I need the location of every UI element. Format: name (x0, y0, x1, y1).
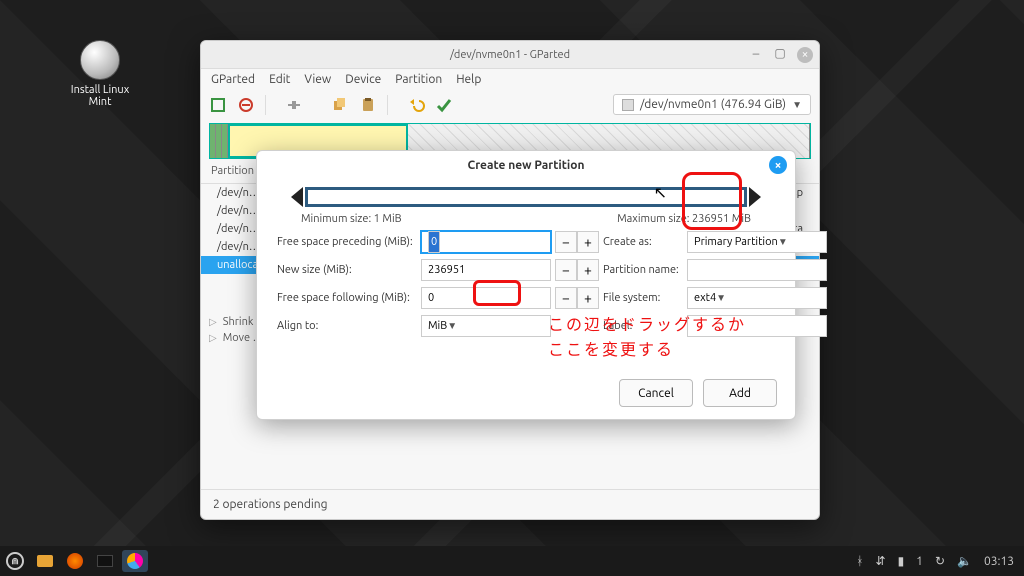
annotation-text-1: この辺をドラッグするか (548, 311, 746, 335)
menu-partition[interactable]: Partition (395, 73, 442, 86)
menu-edit[interactable]: Edit (269, 73, 290, 86)
fsp-minus[interactable]: − (555, 231, 577, 253)
network-icon[interactable]: ⇵ (876, 554, 886, 568)
folder-icon (37, 555, 53, 567)
fsf-label: Free space following (MiB): (277, 292, 417, 304)
taskbar-files[interactable] (32, 550, 58, 572)
status-bar: 2 operations pending (201, 489, 819, 519)
min-size-label: Minimum size: 1 MiB (301, 213, 402, 225)
notifications-icon[interactable]: ↻ (935, 554, 945, 568)
toolbar: /dev/nvme0n1 (476.94 GiB) ▼ (201, 90, 819, 123)
toolbar-divider (387, 95, 397, 115)
fsf-input[interactable]: 0 (421, 287, 551, 309)
bluetooth-icon[interactable]: ᚼ (856, 555, 863, 568)
window-titlebar[interactable]: /dev/nvme0n1 - GParted ‒ ▢ × (201, 41, 819, 69)
mint-logo-icon: ⋒ (6, 552, 24, 570)
annotation-text-2: ここを変更する (548, 336, 674, 360)
apply-icon[interactable] (435, 96, 453, 114)
start-menu-button[interactable]: ⋒ (0, 546, 30, 576)
gparted-icon (127, 553, 143, 569)
volume-icon[interactable]: 🔈 (957, 554, 972, 568)
terminal-icon (97, 555, 113, 567)
window-title: /dev/nvme0n1 - GParted (450, 49, 570, 61)
new-icon[interactable] (209, 96, 227, 114)
taskbar: ⋒ ᚼ ⇵ ▮ 1 ↻ 🔈 03:13 (0, 546, 1024, 576)
create-as-select[interactable]: Primary Partition▼ (687, 231, 827, 253)
fsp-label: Free space preceding (MiB): (277, 236, 417, 248)
cursor-icon: ↖ (654, 183, 667, 202)
taskbar-gparted[interactable] (122, 550, 148, 572)
new-size-input[interactable]: 236951 (421, 259, 551, 281)
create-partition-dialog: Create new Partition × ↖ Minimum size: 1… (256, 150, 796, 420)
size-slider[interactable]: ↖ (291, 185, 761, 209)
resize-icon[interactable] (285, 96, 303, 114)
disk-icon (622, 99, 634, 111)
add-button[interactable]: Add (703, 379, 777, 407)
filesystem-select[interactable]: ext4▼ (687, 287, 827, 309)
close-button[interactable]: × (797, 47, 813, 63)
minimize-button[interactable]: ‒ (749, 47, 763, 61)
toolbar-divider (265, 95, 275, 115)
copy-icon[interactable] (331, 96, 349, 114)
workspace-indicator[interactable]: 1 (916, 555, 923, 568)
ns-minus[interactable]: − (555, 259, 577, 281)
fsf-minus[interactable]: − (555, 287, 577, 309)
delete-icon[interactable] (237, 96, 255, 114)
cd-icon (80, 40, 120, 80)
dialog-close-button[interactable]: × (769, 156, 787, 174)
filesystem-label: File system: (603, 292, 683, 304)
paste-icon[interactable] (359, 96, 377, 114)
fsp-input[interactable]: 0 (421, 231, 551, 253)
max-size-label: Maximum size: 236951 MiB (617, 213, 751, 225)
menu-device[interactable]: Device (345, 73, 381, 86)
desktop-icon-install[interactable]: Install Linux Mint (60, 40, 140, 108)
dialog-titlebar[interactable]: Create new Partition × (257, 151, 795, 179)
system-tray: ᚼ ⇵ ▮ 1 ↻ 🔈 03:13 (856, 554, 1024, 568)
cancel-button[interactable]: Cancel (619, 379, 693, 407)
align-label: Align to: (277, 320, 417, 332)
menu-gparted[interactable]: GParted (211, 73, 255, 86)
taskbar-firefox[interactable] (62, 550, 88, 572)
align-select[interactable]: MiB▼ (421, 315, 551, 337)
taskbar-terminal[interactable] (92, 550, 118, 572)
maximize-button[interactable]: ▢ (773, 47, 787, 61)
fsf-plus[interactable]: + (577, 287, 599, 309)
partition-name-label: Partition name: (603, 264, 683, 276)
slider-handle-left[interactable] (291, 187, 303, 207)
partition-name-input[interactable] (687, 259, 827, 281)
menu-help[interactable]: Help (456, 73, 481, 86)
menu-bar: GParted Edit View Device Partition Help (201, 69, 819, 90)
slider-track[interactable] (305, 187, 747, 207)
device-selector[interactable]: /dev/nvme0n1 (476.94 GiB) ▼ (613, 94, 811, 115)
create-as-label: Create as: (603, 236, 683, 248)
chevron-down-icon: ▼ (792, 99, 802, 111)
new-size-label: New size (MiB): (277, 264, 417, 276)
firefox-icon (67, 553, 83, 569)
desktop-icon-label: Install Linux Mint (60, 84, 140, 108)
slider-handle-right[interactable] (749, 187, 761, 207)
ns-plus[interactable]: + (577, 259, 599, 281)
undo-icon[interactable] (407, 96, 425, 114)
menu-view[interactable]: View (304, 73, 331, 86)
clock[interactable]: 03:13 (984, 555, 1014, 568)
fsp-plus[interactable]: + (577, 231, 599, 253)
device-selector-label: /dev/nvme0n1 (476.94 GiB) (640, 98, 786, 111)
dialog-title: Create new Partition (468, 159, 585, 172)
battery-icon[interactable]: ▮ (898, 554, 905, 568)
